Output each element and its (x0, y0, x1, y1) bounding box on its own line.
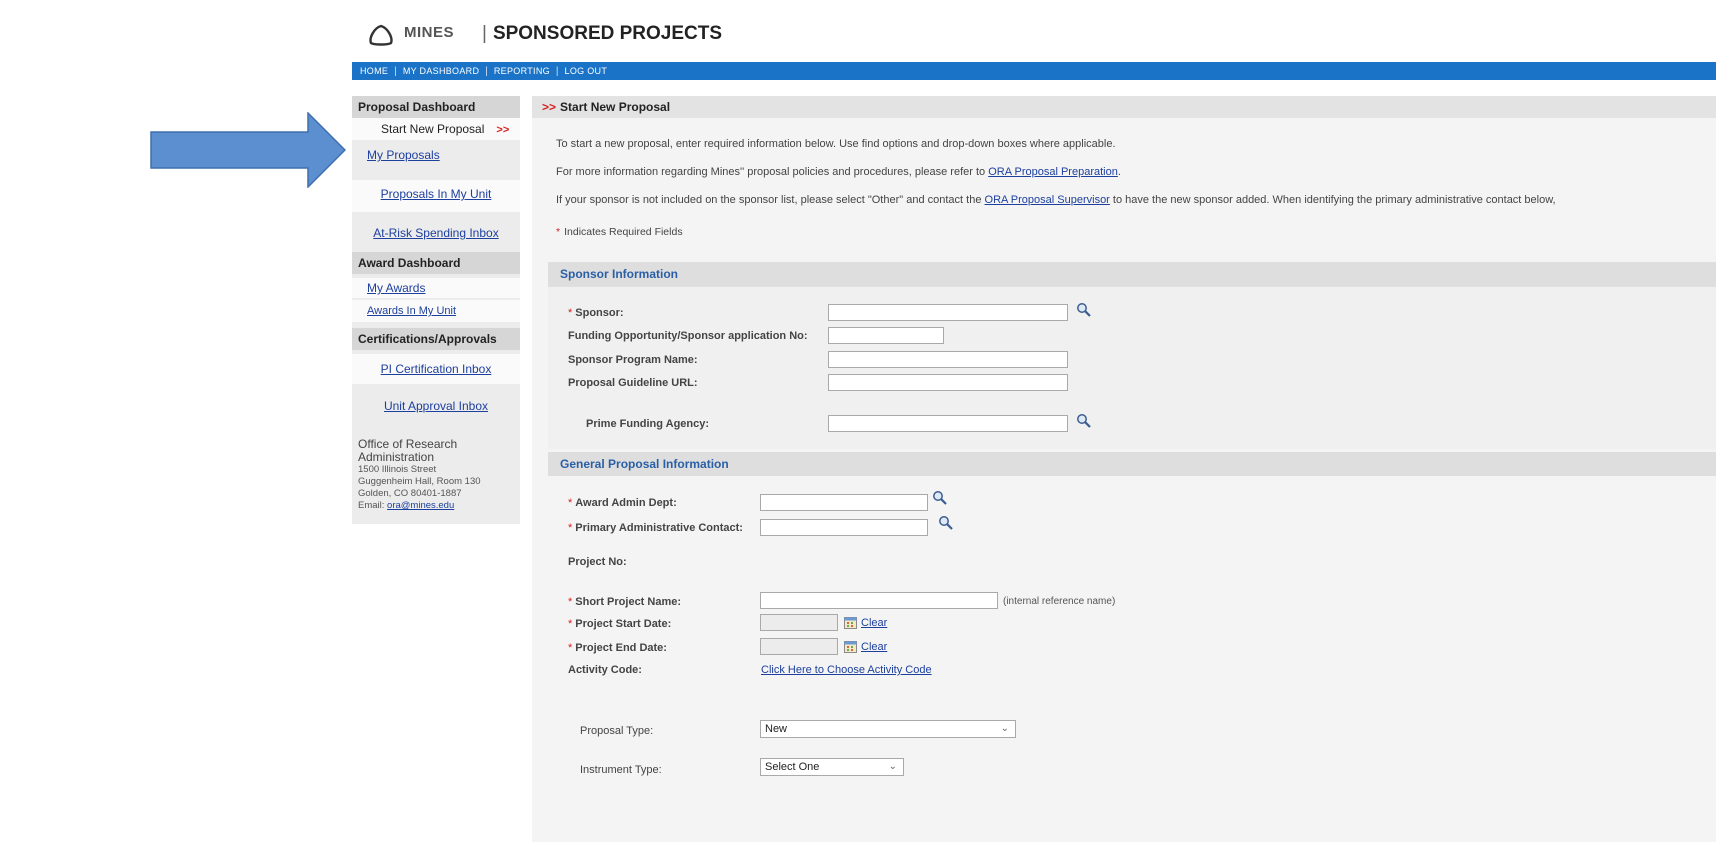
sponsor-input[interactable] (828, 304, 1068, 321)
main-content (532, 118, 1716, 842)
site-title: | SPONSORED PROJECTS (482, 23, 722, 45)
sidebar-item-proposals-in-my-unit[interactable]: Proposals In My Unit (352, 180, 520, 212)
office-name: Office of Research Administration (358, 438, 457, 464)
email-link[interactable]: ora@mines.edu (387, 500, 454, 511)
short-project-name-label: * Short Project Name: (568, 596, 682, 608)
short-project-name-input[interactable] (760, 592, 998, 609)
proposal-guideline-url-input[interactable] (828, 374, 1068, 391)
section-header-sponsor-information: Sponsor Information (548, 262, 1716, 286)
pointer-arrow-icon (150, 112, 346, 188)
calendar-icon[interactable] (844, 616, 857, 629)
intro-sponsor-prefix: If your sponsor is not included on the s… (556, 194, 982, 206)
sidebar-item-my-proposals[interactable]: My Proposals (352, 140, 520, 180)
calendar-icon[interactable] (844, 640, 857, 653)
ora-proposal-preparation-link[interactable]: ORA Proposal Preparation (988, 166, 1118, 178)
short-project-name-label-text: Short Project Name: (575, 596, 682, 608)
top-nav-bar: HOME | MY DASHBOARD | REPORTING | LOG OU… (352, 62, 1716, 80)
prime-funding-agency-input[interactable] (828, 415, 1068, 432)
sponsor-program-name-input[interactable] (828, 351, 1068, 368)
instrument-type-label: Instrument Type: (580, 764, 662, 776)
title-divider: | (482, 23, 487, 44)
intro-sponsor-suffix: to have the new sponsor added. When iden… (1112, 194, 1556, 206)
proposal-guideline-url-label: Proposal Guideline URL: (568, 377, 698, 389)
page-title-bar: >> Start New Proposal (532, 96, 1716, 118)
sidebar-header-certifications: Certifications/Approvals (352, 328, 520, 350)
nav-my-dashboard[interactable]: MY DASHBOARD (397, 66, 485, 76)
section-header-general-proposal-information: General Proposal Information (548, 452, 1716, 476)
project-no-label: Project No: (568, 556, 627, 568)
sidebar-item-my-awards[interactable]: My Awards (352, 278, 520, 298)
project-end-date-input[interactable] (760, 638, 838, 655)
sponsor-search-icon[interactable] (1076, 302, 1092, 318)
intro-sponsor-text: If your sponsor is not included on the s… (556, 194, 1556, 206)
intro-policy-suffix: . (1117, 166, 1121, 178)
sidebar-item-pi-certification-inbox[interactable]: PI Certification Inbox (352, 354, 520, 384)
sidebar-header-award-dashboard: Award Dashboard (352, 252, 520, 274)
intro-policy-prefix: For more information regarding Mines'' p… (556, 166, 986, 178)
page-title: Start New Proposal (560, 100, 671, 114)
address-line: 1500 Illinois Street (358, 464, 437, 475)
brand-name: MINES (404, 24, 455, 41)
choose-activity-code-link[interactable]: Click Here to Choose Activity Code (761, 664, 932, 676)
short-project-name-hint: (internal reference name) (1003, 596, 1116, 607)
funding-opportunity-label: Funding Opportunity/Sponsor application … (568, 330, 808, 342)
activity-code-label: Activity Code: (568, 664, 642, 676)
primary-administrative-contact-input[interactable] (760, 519, 928, 536)
mines-logo-icon (369, 24, 393, 46)
project-start-date-label: * Project Start Date: (568, 618, 672, 630)
required-fields-note: * Indicates Required Fields (556, 226, 683, 238)
chevron-down-icon: ⌄ (888, 761, 897, 772)
intro-text: To start a new proposal, enter required … (556, 138, 1116, 150)
sidebar-item-unit-approval-inbox[interactable]: Unit Approval Inbox (352, 390, 520, 422)
prime-funding-agency-label: Prime Funding Agency: (586, 418, 710, 430)
sidebar-item-at-risk-spending-inbox[interactable]: At-Risk Spending Inbox (352, 218, 520, 248)
proposal-type-label: Proposal Type: (580, 725, 654, 737)
ora-proposal-supervisor-link[interactable]: ORA Proposal Supervisor (985, 194, 1110, 206)
project-end-date-label: * Project End Date: (568, 642, 667, 654)
sidebar-header-proposal-dashboard: Proposal Dashboard (352, 96, 520, 118)
sidebar-item-awards-in-my-unit[interactable]: Awards In My Unit (352, 300, 520, 322)
nav-home[interactable]: HOME (352, 66, 394, 76)
nav-log-out[interactable]: LOG OUT (559, 66, 614, 76)
address-line: Guggenheim Hall, Room 130 (358, 476, 481, 487)
page-title-marker: >> (542, 100, 557, 114)
sponsor-information-section (548, 286, 1716, 449)
office-name-line: Administration (358, 450, 435, 464)
email-line: Email: ora@mines.edu (358, 500, 481, 512)
sidebar-item-start-new-proposal[interactable]: Start New Proposal >> (352, 118, 520, 140)
proposal-type-selected: New (765, 723, 788, 735)
required-star: * (556, 226, 561, 238)
award-admin-dept-label-text: Award Admin Dept: (575, 497, 677, 509)
primary-administrative-contact-label-text: Primary Administrative Contact: (575, 522, 743, 534)
site-title-text: SPONSORED PROJECTS (492, 23, 723, 44)
award-admin-dept-search-icon[interactable] (932, 490, 948, 506)
sponsor-label: * Sponsor: (568, 307, 624, 319)
intro-policy-text: For more information regarding Mines'' p… (556, 166, 1121, 178)
sidebar-item-label: Start New Proposal (381, 122, 485, 136)
email-label: Email: (358, 500, 385, 511)
start-date-clear-link[interactable]: Clear (861, 617, 887, 629)
nav-reporting[interactable]: REPORTING (488, 66, 556, 76)
instrument-type-selected: Select One (765, 761, 820, 773)
current-page-marker: >> (496, 124, 510, 136)
chevron-down-icon: ⌄ (1000, 723, 1009, 734)
prime-funding-agency-search-icon[interactable] (1076, 413, 1092, 429)
address-line: Golden, CO 80401-1887 (358, 488, 462, 499)
instrument-type-select[interactable]: Select One ⌄ (760, 758, 904, 776)
project-start-date-label-text: Project Start Date: (575, 618, 672, 630)
office-address: 1500 Illinois Street Guggenheim Hall, Ro… (358, 464, 481, 512)
project-start-date-input[interactable] (760, 614, 838, 631)
award-admin-dept-label: * Award Admin Dept: (568, 497, 677, 509)
required-fields-text: Indicates Required Fields (564, 226, 683, 238)
end-date-clear-link[interactable]: Clear (861, 641, 887, 653)
project-end-date-label-text: Project End Date: (575, 642, 667, 654)
award-admin-dept-input[interactable] (760, 494, 928, 511)
proposal-type-select[interactable]: New ⌄ (760, 720, 1016, 738)
primary-administrative-contact-search-icon[interactable] (938, 515, 954, 531)
sponsor-program-name-label: Sponsor Program Name: (568, 354, 698, 366)
funding-opportunity-input[interactable] (828, 327, 944, 344)
sponsor-label-text: Sponsor: (575, 307, 624, 319)
primary-administrative-contact-label: * Primary Administrative Contact: (568, 522, 743, 534)
